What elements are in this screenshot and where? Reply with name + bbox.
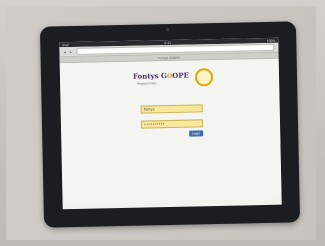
ipad-screen: iPad 9:41 100% ◀ ▶ Fontys GOOPE Fontys G… xyxy=(59,37,282,210)
status-carrier: iPad xyxy=(62,42,69,47)
status-time: 9:41 xyxy=(164,40,172,45)
login-button[interactable]: Login xyxy=(189,130,204,137)
username-value: fontys xyxy=(143,107,155,112)
logo-subtitle: Hogescholen xyxy=(137,81,157,86)
photo-background: iPad 9:41 100% ◀ ▶ Fontys GOOPE Fontys G… xyxy=(0,0,325,246)
form-actions: Login xyxy=(141,130,204,137)
back-arrow-icon[interactable]: ◀ xyxy=(63,50,65,54)
password-field[interactable]: •••••••••• xyxy=(140,119,204,129)
username-field[interactable]: fontys xyxy=(140,104,203,114)
page-title: Fontys GOOPE xyxy=(158,55,180,60)
status-battery: 100% xyxy=(266,38,276,43)
password-value: •••••••••• xyxy=(143,122,165,127)
ipad-device: iPad 9:41 100% ◀ ▶ Fontys GOOPE Fontys G… xyxy=(39,21,301,228)
login-page: Fontys GOOPE Hogescholen fontys ••••••••… xyxy=(59,58,282,204)
sun-seal-icon xyxy=(194,68,214,87)
logo-wordmark: Fontys GOOPE xyxy=(132,70,190,81)
forward-arrow-icon[interactable]: ▶ xyxy=(70,50,72,54)
fontys-logo: Fontys GOOPE Hogescholen xyxy=(132,68,214,90)
camera-icon xyxy=(165,28,170,32)
login-form: fontys •••••••••• Login xyxy=(140,100,204,137)
